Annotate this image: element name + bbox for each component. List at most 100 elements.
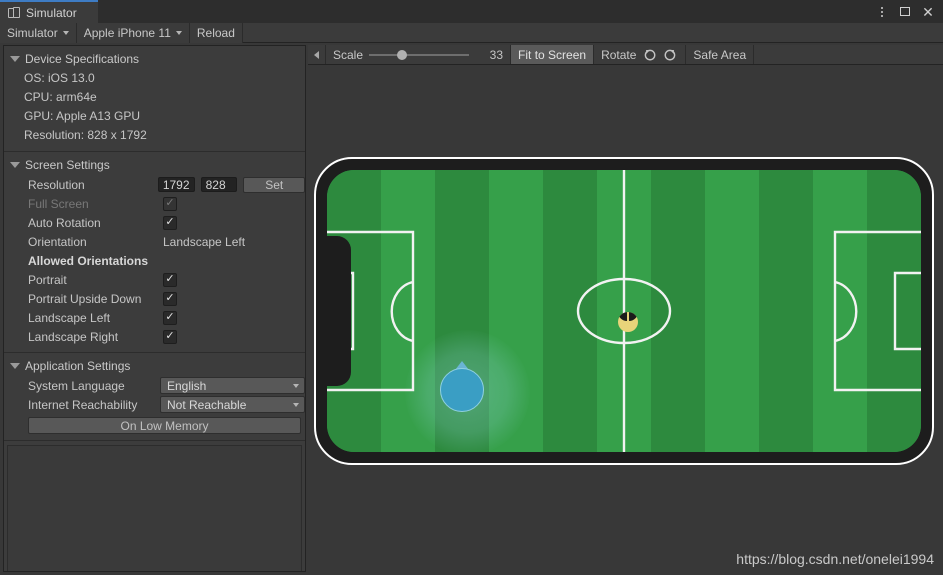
scale-slider[interactable] xyxy=(369,45,470,64)
row-orientation-portrait-upside-down: Portrait Upside Down ✓ xyxy=(4,289,305,308)
title-bar: Simulator ✕ xyxy=(0,0,943,23)
orientation-label: Orientation xyxy=(28,234,87,249)
scale-label: Scale xyxy=(333,47,364,62)
row-system-language: System Language English xyxy=(4,376,305,395)
triangle-down-icon xyxy=(10,363,20,369)
allowed-orientations-label: Allowed Orientations xyxy=(28,253,149,268)
triangle-down-icon xyxy=(10,56,20,62)
resolution-height-input[interactable]: 828 xyxy=(200,177,238,192)
player-body xyxy=(440,368,484,412)
application-settings-title: Application Settings xyxy=(25,359,131,373)
set-resolution-button[interactable]: Set xyxy=(243,176,305,193)
gameview-toolbar: Scale 33 Fit to Screen Rotate Safe Area xyxy=(308,45,943,65)
orientation-portrait-upside-down-label: Portrait Upside Down xyxy=(28,291,142,306)
full-screen-label: Full Screen xyxy=(28,196,89,211)
auto-rotation-checkbox[interactable]: ✓ xyxy=(163,215,177,230)
rotate-control: Rotate xyxy=(594,45,687,64)
field-markings xyxy=(327,170,921,452)
tab-simulator-label: Simulator xyxy=(26,5,77,20)
system-language-dropdown[interactable]: English xyxy=(160,377,305,394)
resolution-width-input[interactable]: 1792 xyxy=(157,177,195,192)
right-goal-area xyxy=(893,271,921,351)
inspector-empty-area xyxy=(7,445,302,571)
row-internet-reachability: Internet Reachability Not Reachable xyxy=(4,395,305,414)
safe-area-label: Safe Area xyxy=(693,47,747,62)
section-device-specifications: Device Specifications OS: iOS 13.0 CPU: … xyxy=(4,46,305,152)
row-full-screen: Full Screen ✓ xyxy=(4,194,305,213)
row-orientation: Orientation Landscape Left xyxy=(4,232,305,251)
spec-resolution: Resolution: 828 x 1792 xyxy=(24,128,147,142)
spec-os: OS: iOS 13.0 xyxy=(24,71,95,85)
close-icon[interactable]: ✕ xyxy=(917,1,939,23)
simulator-icon xyxy=(8,6,20,19)
rotate-clockwise-icon[interactable] xyxy=(663,47,678,62)
internet-reachability-dropdown[interactable]: Not Reachable xyxy=(160,396,305,413)
window-controls: ✕ xyxy=(871,0,939,23)
application-settings-header[interactable]: Application Settings xyxy=(4,357,305,376)
spec-cpu: CPU: arm64e xyxy=(24,90,97,104)
device-dropdown-label: Apple iPhone 11 xyxy=(83,26,171,40)
safe-area-button[interactable]: Safe Area xyxy=(686,45,755,64)
system-language-label: System Language xyxy=(28,378,125,393)
simulator-toolbar: Simulator Apple iPhone 11 Reload xyxy=(0,23,943,43)
left-penalty-arc xyxy=(390,280,414,343)
device-specifications-title: Device Specifications xyxy=(25,52,140,66)
simulator-window: Simulator ✕ Simulator Apple iPhone 11 Re… xyxy=(0,0,943,575)
scale-slider-knob[interactable] xyxy=(397,50,408,60)
row-orientation-landscape-left: Landscape Left ✓ xyxy=(4,308,305,327)
inspector-panel: Device Specifications OS: iOS 13.0 CPU: … xyxy=(3,45,306,572)
kebab-menu-icon[interactable] xyxy=(871,1,893,23)
device-dropdown[interactable]: Apple iPhone 11 xyxy=(76,23,190,43)
player-token[interactable] xyxy=(440,361,484,412)
collapse-button[interactable] xyxy=(308,45,326,64)
orientation-portrait-upside-down-checkbox[interactable]: ✓ xyxy=(163,291,177,306)
fit-to-screen-button[interactable]: Fit to Screen xyxy=(511,45,595,64)
maximize-icon[interactable] xyxy=(894,1,916,23)
orientation-landscape-left-checkbox[interactable]: ✓ xyxy=(163,310,177,325)
gameview-toolbar-spacer xyxy=(754,45,943,64)
right-penalty-arc xyxy=(834,280,858,343)
chevron-down-icon xyxy=(175,31,182,35)
gameview[interactable]: https://blog.csdn.net/onelei1994 xyxy=(308,65,943,572)
row-resolution: Resolution 1792 828 Set xyxy=(4,175,305,194)
device-specifications-header[interactable]: Device Specifications xyxy=(4,50,305,69)
row-orientation-landscape-right: Landscape Right ✓ xyxy=(4,327,305,346)
reload-button-label: Reload xyxy=(196,26,235,40)
rotate-label: Rotate xyxy=(601,47,637,62)
section-application-settings: Application Settings System Language Eng… xyxy=(4,353,305,441)
internet-reachability-label: Internet Reachability xyxy=(28,397,138,412)
orientation-portrait-checkbox[interactable]: ✓ xyxy=(163,272,177,287)
row-auto-rotation: Auto Rotation ✓ xyxy=(4,213,305,232)
fit-to-screen-label: Fit to Screen xyxy=(518,47,587,62)
screen-settings-header[interactable]: Screen Settings xyxy=(4,156,305,175)
phone-screen[interactable] xyxy=(327,170,921,452)
triangle-down-icon xyxy=(10,162,20,168)
row-orientation-portrait: Portrait ✓ xyxy=(4,270,305,289)
on-low-memory-button[interactable]: On Low Memory xyxy=(28,417,301,434)
reload-button[interactable]: Reload xyxy=(189,23,243,43)
auto-rotation-label: Auto Rotation xyxy=(28,215,101,230)
orientation-landscape-right-checkbox[interactable]: ✓ xyxy=(163,329,177,344)
device-simulator-frame xyxy=(314,157,934,465)
orientation-value: Landscape Left xyxy=(163,234,246,249)
chevron-down-icon xyxy=(293,402,299,407)
spec-gpu: GPU: Apple A13 GPU xyxy=(24,109,141,123)
tab-simulator[interactable]: Simulator xyxy=(0,0,98,23)
orientation-portrait-label: Portrait xyxy=(28,272,67,287)
ball-marking-slit xyxy=(627,312,629,321)
rotate-counterclockwise-icon[interactable] xyxy=(642,47,657,62)
row-allowed-orientations: Allowed Orientations xyxy=(4,251,305,270)
soccer-ball[interactable] xyxy=(618,312,638,332)
mode-dropdown[interactable]: Simulator xyxy=(0,23,77,43)
phone-notch xyxy=(327,236,351,386)
toolbar-spacer xyxy=(242,23,943,42)
scale-value: 33 xyxy=(489,47,504,62)
screen-settings-title: Screen Settings xyxy=(25,158,110,172)
chevron-left-icon xyxy=(314,50,319,59)
section-screen-settings: Screen Settings Resolution 1792 828 Set … xyxy=(4,152,305,353)
scale-control[interactable]: Scale 33 xyxy=(326,45,512,64)
full-screen-checkbox: ✓ xyxy=(163,196,177,211)
chevron-down-icon xyxy=(62,31,69,35)
system-language-value: English xyxy=(167,378,207,393)
chevron-down-icon xyxy=(293,383,299,388)
